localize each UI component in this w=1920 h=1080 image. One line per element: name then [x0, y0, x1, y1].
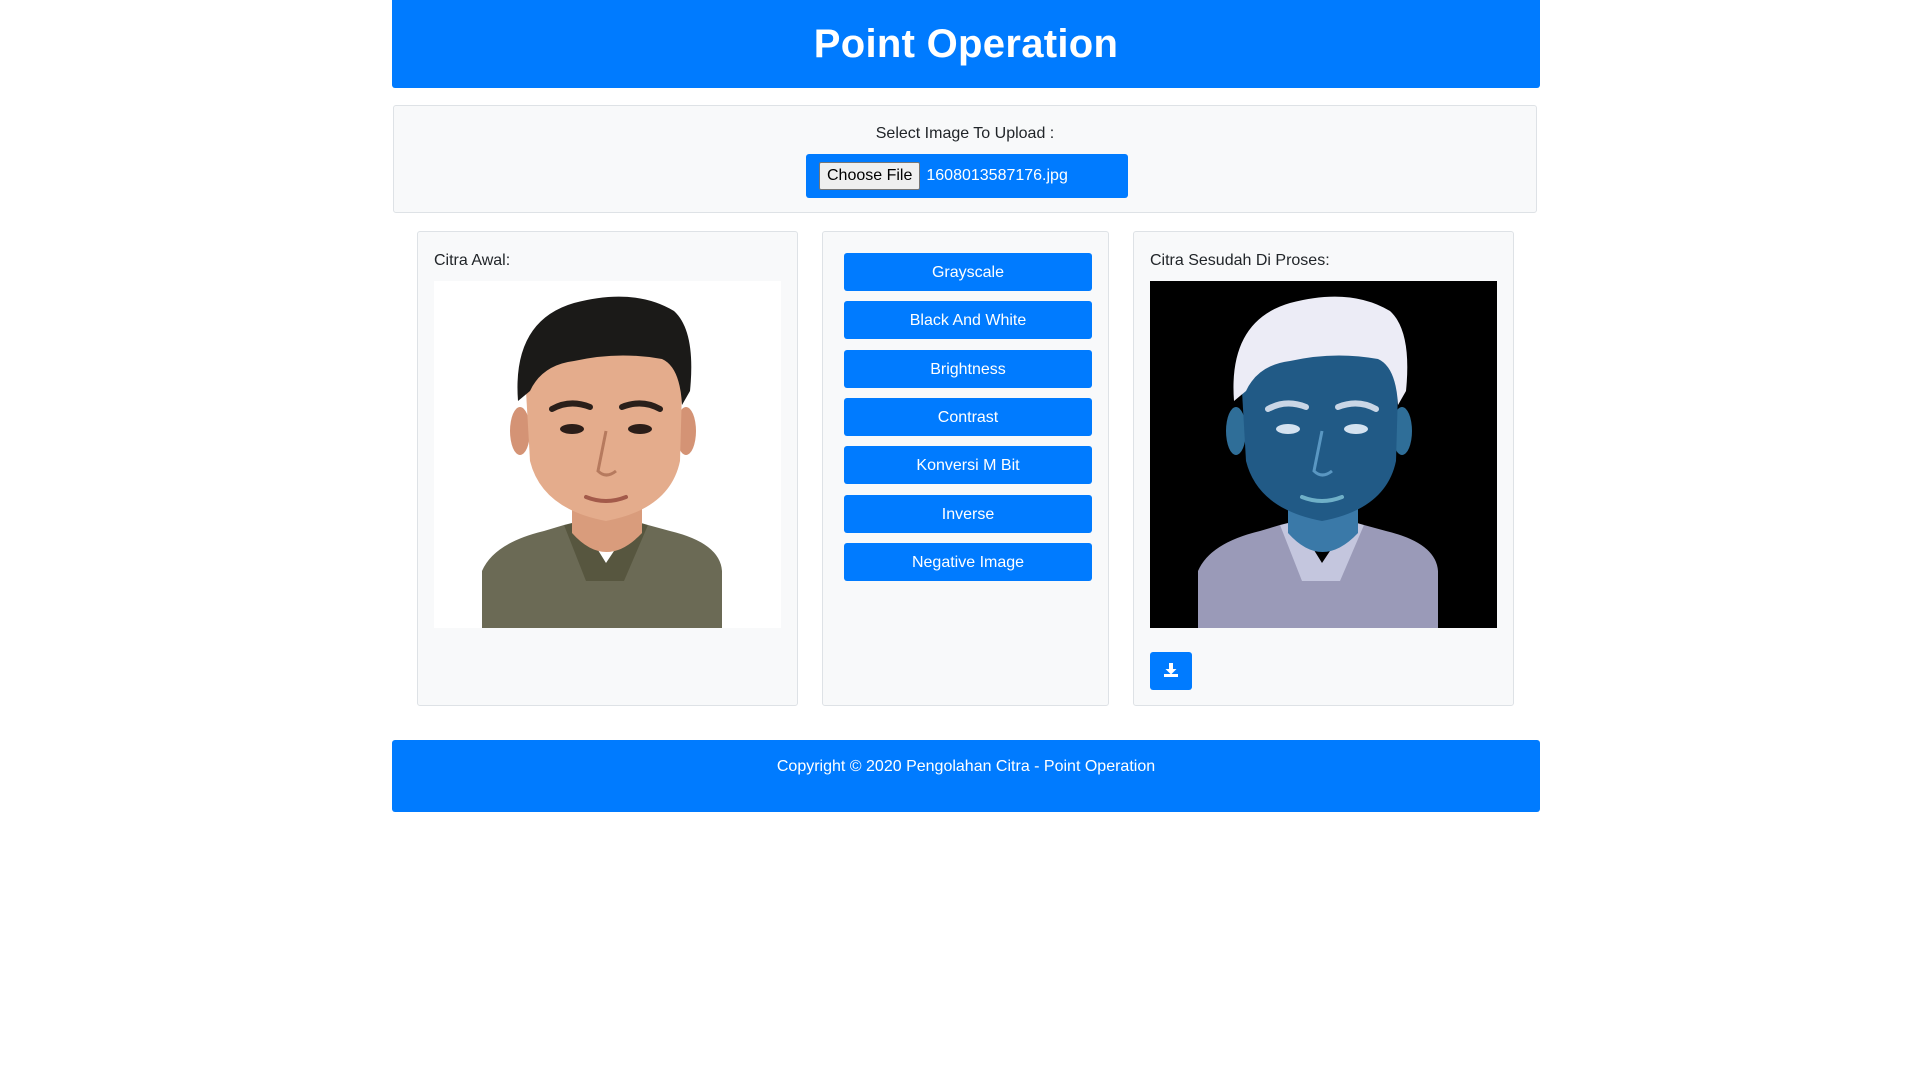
brightness-button[interactable]: Brightness — [844, 350, 1092, 388]
download-icon — [1163, 662, 1179, 681]
contrast-button[interactable]: Contrast — [844, 398, 1092, 436]
page-title: Point Operation — [813, 21, 1119, 66]
page-footer: Copyright © 2020 Pengolahan Citra - Poin… — [392, 740, 1540, 812]
original-image-panel: Citra Awal: — [417, 231, 798, 706]
processed-image-title: Citra Sesudah Di Proses: — [1150, 252, 1330, 269]
page-header: Point Operation — [392, 0, 1540, 88]
black-and-white-button[interactable]: Black And White — [844, 301, 1092, 339]
negative-image-button[interactable]: Negative Image — [844, 543, 1092, 581]
upload-label: Select Image To Upload : — [875, 125, 1055, 142]
page-container: Point Operation Select Image To Upload :… — [392, 0, 1540, 812]
processed-image-panel: Citra Sesudah Di Proses: — [1133, 231, 1514, 706]
processed-image — [1150, 281, 1497, 628]
selected-file-name: 1608013587176.jpg — [926, 167, 1068, 184]
upload-card: Select Image To Upload : Choose File 160… — [393, 105, 1537, 213]
konversi-m-bit-button[interactable]: Konversi M Bit — [844, 446, 1092, 484]
file-input[interactable]: Choose File 1608013587176.jpg — [806, 154, 1128, 198]
original-image-title: Citra Awal: — [434, 252, 511, 269]
choose-file-button[interactable]: Choose File — [819, 162, 921, 190]
download-button[interactable] — [1150, 652, 1192, 690]
grayscale-button[interactable]: Grayscale — [844, 253, 1092, 291]
original-image — [434, 281, 781, 628]
operations-panel: Grayscale Black And White Brightness Con… — [822, 231, 1109, 706]
footer-copyright: Copyright © 2020 Pengolahan Citra - Poin… — [776, 758, 1156, 775]
inverse-button[interactable]: Inverse — [844, 495, 1092, 533]
